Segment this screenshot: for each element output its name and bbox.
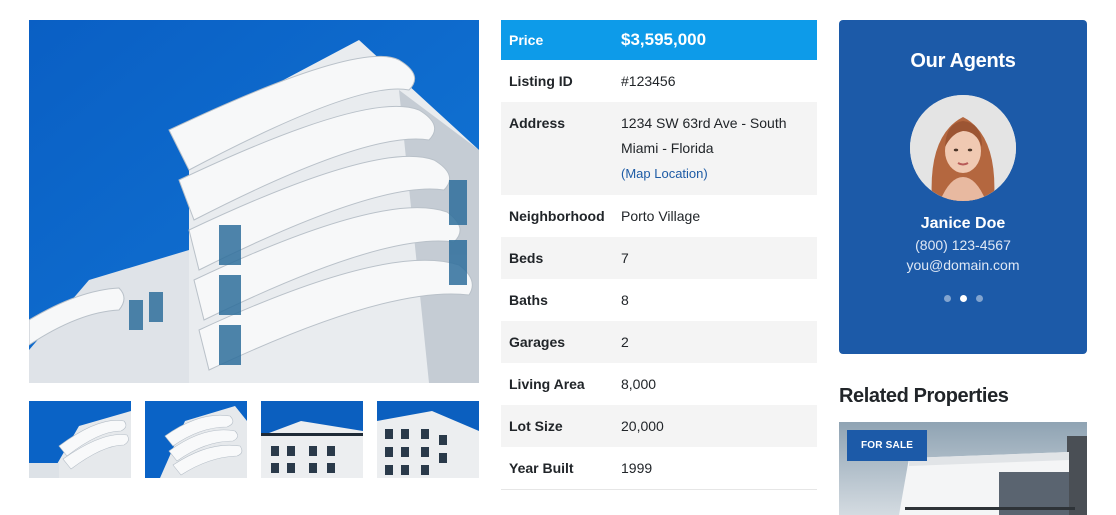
map-location-link[interactable]: (Map Location) (621, 161, 809, 186)
related-properties-title: Related Properties (839, 385, 1009, 407)
related-property-card[interactable]: FOR SALE (839, 422, 1087, 515)
property-gallery (29, 20, 479, 478)
detail-value: #123456 (613, 60, 817, 102)
detail-row: Neighborhood Porto Village (501, 195, 817, 237)
thumbnail-1[interactable] (29, 401, 131, 478)
agent-phone[interactable]: (800) 123-4567 (839, 237, 1087, 253)
detail-row: Listing ID #123456 (501, 60, 817, 102)
price-row: Price $3,595,000 (501, 20, 817, 60)
detail-value: 1999 (613, 447, 817, 490)
thumbnail-3[interactable] (261, 401, 363, 478)
agents-card: Our Agents Janice Doe (800) 123-4567 you… (839, 20, 1087, 354)
carousel-dots (839, 295, 1087, 302)
address-value: 1234 SW 63rd Ave - South Miami - Florida (621, 115, 787, 156)
agents-title: Our Agents (910, 50, 1016, 72)
detail-label: Living Area (501, 363, 613, 405)
price-label: Price (501, 20, 613, 60)
detail-label: Year Built (501, 447, 613, 490)
detail-label: Lot Size (501, 405, 613, 447)
main-property-photo[interactable] (29, 20, 479, 383)
thumbnail-strip (29, 401, 479, 478)
thumbnail-2[interactable] (145, 401, 247, 478)
detail-value: Porto Village (613, 195, 817, 237)
thumbnail-4[interactable] (377, 401, 479, 478)
detail-row: Garages 2 (501, 321, 817, 363)
detail-value: 8 (613, 279, 817, 321)
agent-name: Janice Doe (920, 215, 1006, 232)
agent-avatar[interactable] (910, 95, 1016, 201)
carousel-dot-3[interactable] (975, 295, 983, 302)
carousel-dot-1[interactable] (943, 295, 951, 302)
detail-label: Beds (501, 237, 613, 279)
detail-label: Address (501, 102, 613, 195)
detail-value: 8,000 (613, 363, 817, 405)
detail-label: Baths (501, 279, 613, 321)
agent-email[interactable]: you@domain.com (839, 257, 1087, 273)
detail-value: 20,000 (613, 405, 817, 447)
detail-row: Baths 8 (501, 279, 817, 321)
detail-label: Garages (501, 321, 613, 363)
detail-label: Neighborhood (501, 195, 613, 237)
detail-row: Lot Size 20,000 (501, 405, 817, 447)
carousel-dot-2[interactable] (959, 295, 967, 302)
for-sale-badge: FOR SALE (847, 430, 928, 461)
detail-row: Address 1234 SW 63rd Ave - South Miami -… (501, 102, 817, 195)
detail-row: Year Built 1999 (501, 447, 817, 490)
detail-label: Listing ID (501, 60, 613, 102)
address-cell: 1234 SW 63rd Ave - South Miami - Florida… (613, 102, 817, 195)
detail-value: 7 (613, 237, 817, 279)
detail-row: Beds 7 (501, 237, 817, 279)
property-details-table: Price $3,595,000 Listing ID #123456 Addr… (501, 20, 817, 490)
detail-row: Living Area 8,000 (501, 363, 817, 405)
detail-value: 2 (613, 321, 817, 363)
price-value: $3,595,000 (613, 20, 817, 60)
